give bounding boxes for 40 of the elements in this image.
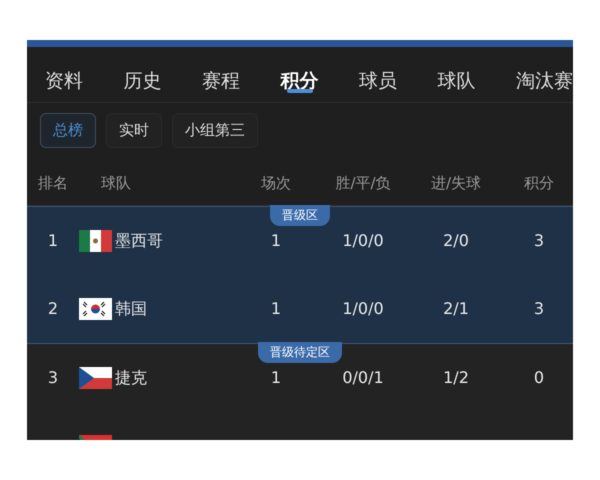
team-name: 捷克: [115, 366, 148, 388]
table-cell-text: 2/0: [442, 230, 470, 252]
column-header: 排名: [37, 172, 69, 194]
column-header: 进/失球: [430, 172, 482, 194]
table-cell-text: 3: [532, 230, 546, 252]
rank-cell-text: 1: [46, 230, 60, 252]
table-cell-text: 1/2: [442, 366, 470, 388]
tab[interactable]: 赛程: [202, 47, 240, 103]
filter-button[interactable]: 总榜: [40, 113, 96, 148]
tab[interactable]: 球队: [438, 47, 476, 103]
table-cell-text: 1/0/0: [341, 298, 385, 320]
table-cell-text: 1: [270, 298, 282, 320]
flag-icon: [79, 230, 112, 252]
zone-label: 晋级区: [270, 204, 330, 226]
rank-cell-text: 3: [46, 366, 60, 388]
table-cell-text: 1/0/0: [341, 230, 385, 252]
column-header: 球队: [100, 172, 132, 194]
column-header: 胜/平/负: [334, 172, 392, 194]
table-cell-text: 3: [532, 298, 546, 320]
team-name: 墨西哥: [115, 230, 164, 252]
zone-label: 晋级待定区: [258, 342, 342, 362]
flag-icon: [79, 298, 112, 320]
column-header: 场次: [260, 172, 292, 194]
tab[interactable]: 资料: [45, 47, 83, 103]
column-header: 积分: [523, 172, 555, 194]
filter-button[interactable]: 实时: [106, 113, 162, 148]
tab[interactable]: 淘汰赛: [516, 47, 573, 103]
table-cell-text: 0: [532, 366, 546, 388]
tab[interactable]: 球员: [359, 47, 397, 103]
filter-button[interactable]: 小组第三: [172, 113, 258, 148]
tab-underline: [286, 89, 312, 93]
flag-icon: [79, 367, 112, 390]
tab[interactable]: 历史: [124, 47, 162, 103]
table-cell-text: 2/1: [442, 298, 470, 320]
table-cell-text: 1: [270, 230, 282, 252]
tab[interactable]: 积分: [280, 47, 318, 103]
team-name: 韩国: [115, 298, 148, 320]
table-cell-text: 0/0/1: [341, 366, 385, 388]
table-cell-text: 1: [270, 366, 282, 388]
rank-cell-text: 2: [46, 298, 60, 320]
